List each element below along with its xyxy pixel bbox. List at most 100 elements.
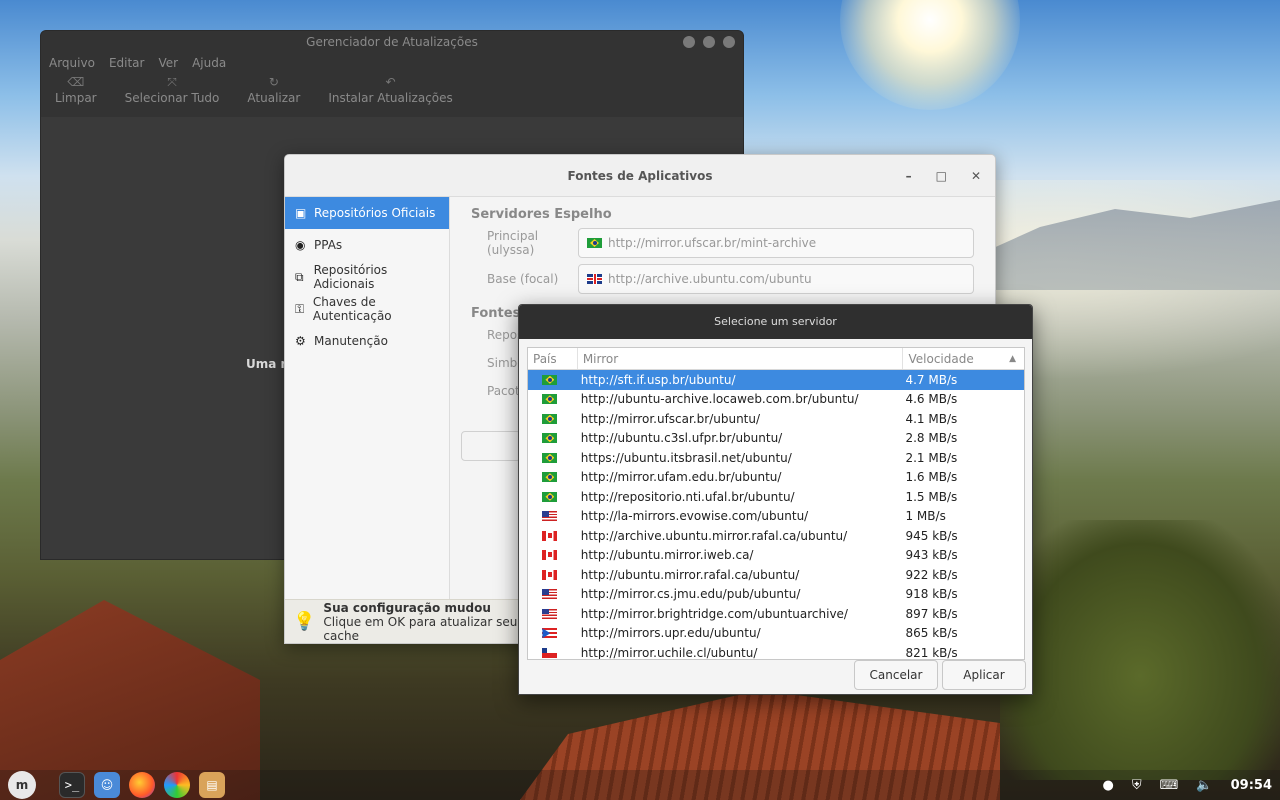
partially-hidden-button[interactable] <box>461 431 521 461</box>
wallpaper-sun <box>840 0 1020 110</box>
minimize-button[interactable] <box>683 36 695 48</box>
apply-button[interactable]: Aplicar <box>942 660 1026 690</box>
table-row[interactable]: http://ubuntu.c3sl.ufpr.br/ubuntu/2.8 MB… <box>528 429 1024 449</box>
column-header-country[interactable]: País <box>528 348 578 369</box>
sidebar-item-maintenance[interactable]: ⚙ Manutenção <box>285 325 449 357</box>
mirror-url: http://repositorio.nti.ufal.br/ubuntu/ <box>580 489 795 504</box>
minimize-icon[interactable]: – <box>906 155 912 197</box>
br-flag-icon <box>542 452 558 463</box>
ppa-icon: ◉ <box>295 238 306 252</box>
terminal-icon[interactable]: >_ <box>59 772 85 798</box>
shield-icon[interactable]: ⛨ <box>1132 778 1142 793</box>
sidebar-item-label: Repositórios Adicionais <box>313 263 388 291</box>
mirror-speed: 1.5 MB/s <box>905 489 958 504</box>
br-flag-icon <box>542 394 558 405</box>
sidebar-item-ppas[interactable]: ◉ PPAs <box>285 229 449 261</box>
sidebar-item-additional-repos[interactable]: ⧉ Repositórios Adicionais <box>285 261 449 293</box>
mirror-url: http://la-mirrors.evowise.com/ubuntu/ <box>580 509 809 524</box>
update-manager-titlebar[interactable]: Gerenciador de Atualizações <box>41 31 743 53</box>
table-row[interactable]: http://ubuntu.mirror.rafal.ca/ubuntu/922… <box>528 565 1024 585</box>
select-server-dialog: Selecione um servidor País Mirror Veloci… <box>518 304 1033 695</box>
volume-icon[interactable]: 🔈 <box>1196 778 1212 793</box>
brazil-flag-icon <box>587 238 602 248</box>
sidebar-item-label: PPAs <box>314 238 343 252</box>
mirror-url: http://mirror.brightridge.com/ubuntuarch… <box>580 606 848 621</box>
br-flag-icon <box>542 472 558 483</box>
mirror-url: http://mirror.cs.jmu.edu/pub/ubuntu/ <box>580 587 801 602</box>
files-icon[interactable]: ☺ <box>94 772 120 798</box>
package-icon[interactable]: ▤ <box>199 772 225 798</box>
mirror-url: http://ubuntu.mirror.rafal.ca/ubuntu/ <box>580 567 800 582</box>
select-all-button[interactable]: ⤧ Selecionar Tudo <box>125 73 220 111</box>
column-header-mirror[interactable]: Mirror <box>578 348 904 369</box>
table-row[interactable]: http://mirror.uchile.cl/ubuntu/821 kB/s <box>528 643 1024 659</box>
table-row[interactable]: https://ubuntu.itsbrasil.net/ubuntu/2.1 … <box>528 448 1024 468</box>
refresh-button[interactable]: ↻ Atualizar <box>247 73 300 111</box>
menu-ajuda[interactable]: Ajuda <box>192 56 226 70</box>
sidebar-item-auth-keys[interactable]: ⚿ Chaves de Autenticação <box>285 293 449 325</box>
maximize-icon[interactable]: □ <box>936 155 947 197</box>
mirror-speed: 4.6 MB/s <box>905 392 958 407</box>
menu-ver[interactable]: Ver <box>158 56 178 70</box>
mirror-speed: 1 MB/s <box>905 509 946 524</box>
clear-label: Limpar <box>55 91 97 105</box>
table-row[interactable]: http://la-mirrors.evowise.com/ubuntu/1 M… <box>528 507 1024 527</box>
us-flag-icon <box>542 608 558 619</box>
br-flag-icon <box>542 491 558 502</box>
install-updates-label: Instalar Atualizações <box>328 91 453 105</box>
table-row[interactable]: http://mirror.ufscar.br/ubuntu/4.1 MB/s <box>528 409 1024 429</box>
mirror-url: http://mirror.ufam.edu.br/ubuntu/ <box>580 470 782 485</box>
mirror-speed: 945 kB/s <box>905 528 958 543</box>
table-row[interactable]: http://mirrors.upr.edu/ubuntu/865 kB/s <box>528 624 1024 644</box>
menu-editar[interactable]: Editar <box>109 56 145 70</box>
mirror-speed: 4.7 MB/s <box>905 372 958 387</box>
maintenance-icon: ⚙ <box>295 334 306 348</box>
sidebar: ▣ Repositórios Oficiais ◉ PPAs ⧉ Reposit… <box>285 197 450 599</box>
select-all-label: Selecionar Tudo <box>124 91 220 105</box>
mirror-url: http://ubuntu.c3sl.ufpr.br/ubuntu/ <box>580 431 783 446</box>
main-mirror-value: http://mirror.ufscar.br/mint-archive <box>608 236 817 250</box>
mirror-url: http://ubuntu.mirror.iweb.ca/ <box>580 548 754 563</box>
firefox-icon[interactable] <box>129 772 155 798</box>
mirror-speed: 1.6 MB/s <box>905 470 958 485</box>
close-button[interactable] <box>723 36 735 48</box>
table-row[interactable]: http://mirror.ufam.edu.br/ubuntu/1.6 MB/… <box>528 468 1024 488</box>
select-all-icon: ⤧ <box>167 75 177 89</box>
cl-flag-icon <box>542 647 558 658</box>
software-sources-titlebar[interactable]: Fontes de Aplicativos – □ ✕ <box>285 155 995 197</box>
dialog-title: Selecione um servidor <box>714 315 837 328</box>
table-row[interactable]: http://ubuntu.mirror.iweb.ca/943 kB/s <box>528 546 1024 566</box>
install-updates-button[interactable]: ↶ Instalar Atualizações <box>328 73 452 111</box>
cancel-button[interactable]: Cancelar <box>854 660 938 690</box>
table-row[interactable]: http://archive.ubuntu.mirror.rafal.ca/ub… <box>528 526 1024 546</box>
mint-menu-icon[interactable]: m <box>8 771 36 799</box>
table-row[interactable]: http://repositorio.nti.ufal.br/ubuntu/1.… <box>528 487 1024 507</box>
wallpaper-trees <box>1000 520 1280 780</box>
column-header-speed[interactable]: Velocidade ▲ <box>903 348 1024 369</box>
photos-icon[interactable] <box>164 772 190 798</box>
table-row[interactable]: http://mirror.brightridge.com/ubuntuarch… <box>528 604 1024 624</box>
lightbulb-icon: 💡 <box>293 611 316 632</box>
toolbar: ⌫ Limpar ⤧ Selecionar Tudo ↻ Atualizar ↶… <box>41 73 743 111</box>
close-icon[interactable]: ✕ <box>971 155 981 197</box>
menu-arquivo[interactable]: Arquivo <box>49 56 95 70</box>
clear-button[interactable]: ⌫ Limpar <box>55 73 97 111</box>
mirror-url: http://ubuntu-archive.locaweb.com.br/ubu… <box>580 392 859 407</box>
mirror-url: http://mirror.ufscar.br/ubuntu/ <box>580 411 761 426</box>
table-row[interactable]: http://ubuntu-archive.locaweb.com.br/ubu… <box>528 390 1024 410</box>
clock[interactable]: 09:54 <box>1231 778 1272 793</box>
maximize-button[interactable] <box>703 36 715 48</box>
refresh-label: Atualizar <box>247 91 301 105</box>
table-row[interactable]: http://mirror.cs.jmu.edu/pub/ubuntu/918 … <box>528 585 1024 605</box>
dialog-titlebar[interactable]: Selecione um servidor <box>519 305 1032 339</box>
table-row[interactable]: http://sft.if.usp.br/ubuntu/4.7 MB/s <box>528 370 1024 390</box>
base-mirror-value: http://archive.ubuntu.com/ubuntu <box>608 272 812 286</box>
sidebar-item-official-repos[interactable]: ▣ Repositórios Oficiais <box>285 197 449 229</box>
keyboard-icon[interactable]: ⌨ <box>1160 778 1179 793</box>
base-mirror-button[interactable]: http://archive.ubuntu.com/ubuntu <box>578 264 974 294</box>
clear-icon: ⌫ <box>67 75 85 89</box>
update-status-icon[interactable]: ● <box>1103 778 1114 793</box>
main-mirror-button[interactable]: http://mirror.ufscar.br/mint-archive <box>578 228 974 258</box>
window-title: Fontes de Aplicativos <box>567 169 713 183</box>
config-changed-notice: 💡 Sua configuração mudou Clique em OK pa… <box>285 599 525 643</box>
